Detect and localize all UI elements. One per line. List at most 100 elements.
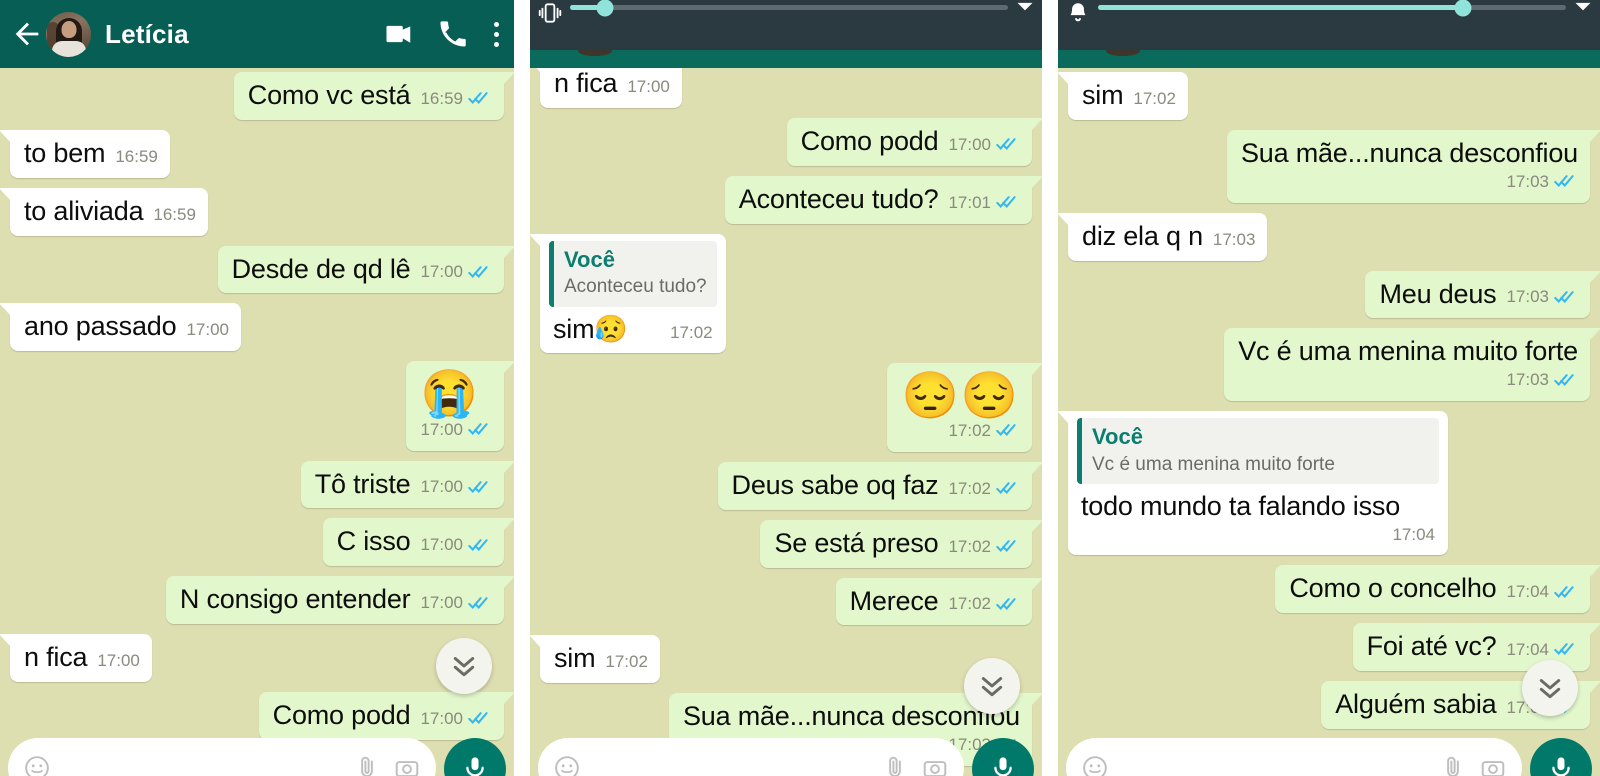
message-input-bar[interactable] — [0, 732, 514, 776]
message-row[interactable]: Vc é uma menina muito forte 17:03 — [1068, 328, 1600, 402]
message-bubble-outgoing[interactable]: N consigo entender 17:00 — [165, 576, 514, 625]
message-bubble-outgoing[interactable]: Merece 17:02 — [835, 577, 1042, 626]
message-row[interactable]: Sua mãe...nunca desconfiou 17:03 — [1068, 129, 1600, 203]
camera-icon[interactable] — [394, 755, 420, 776]
message-input-field[interactable] — [1066, 738, 1522, 776]
read-receipt-icon — [996, 138, 1016, 151]
message-bubble-incoming-quoted[interactable]: Você Aconteceu tudo? sim😥 17:02 — [530, 233, 726, 353]
vibrate-icon[interactable] — [530, 0, 570, 26]
message-bubble-outgoing[interactable]: C isso 17:00 — [322, 518, 514, 567]
message-row[interactable]: Você Aconteceu tudo? sim😥 17:02 — [530, 233, 1032, 353]
message-bubble-incoming[interactable]: ano passado 17:00 — [0, 303, 241, 352]
message-row[interactable]: Como podd 17:00 — [540, 117, 1042, 166]
message-row[interactable]: Desde de qd lê 17:00 — [10, 245, 514, 294]
bell-ring-icon[interactable] — [1058, 0, 1098, 26]
emoji-icon[interactable] — [1082, 755, 1108, 776]
message-row[interactable]: ano passado 17:00 — [0, 303, 504, 352]
message-bubble-outgoing[interactable]: Desde de qd lê 17:00 — [217, 245, 514, 294]
message-bubble-incoming-quoted[interactable]: Você Vc é uma menina muito forte todo mu… — [1058, 411, 1448, 556]
volume-overlay[interactable] — [1058, 0, 1600, 50]
message-row[interactable]: Foi até vc? 17:04 — [1068, 623, 1600, 671]
volume-slider[interactable] — [1098, 0, 1566, 16]
message-row[interactable]: Deus sabe oq faz 17:02 — [540, 461, 1042, 510]
message-row[interactable]: diz ela q n 17:03 — [1058, 212, 1590, 261]
chat-panel-2: Letícia n fica 17:00 — [530, 0, 1042, 776]
message-bubble-outgoing[interactable]: Tô triste 17:00 — [300, 460, 514, 509]
message-input-field[interactable] — [8, 738, 436, 776]
volume-slider-knob[interactable] — [1454, 0, 1472, 16]
message-bubble-incoming[interactable]: n fica 17:00 — [530, 68, 682, 108]
chevron-down-icon[interactable] — [1566, 0, 1600, 14]
camera-icon[interactable] — [1480, 755, 1506, 776]
quoted-message[interactable]: Você Aconteceu tudo? — [549, 240, 717, 307]
chevron-down-icon[interactable] — [1008, 0, 1042, 14]
message-bubble-outgoing[interactable]: Como vc está 16:59 — [233, 72, 514, 120]
message-row[interactable]: 😔😔 17:02 — [540, 362, 1042, 452]
quoted-message[interactable]: Você Vc é uma menina muito forte — [1077, 418, 1439, 485]
volume-slider-knob[interactable] — [596, 0, 614, 16]
message-bubble-incoming[interactable]: sim 17:02 — [530, 635, 660, 684]
message-input-field[interactable] — [538, 738, 964, 776]
message-row[interactable]: Você Vc é uma menina muito forte todo mu… — [1058, 411, 1590, 556]
message-input-bar[interactable] — [1058, 732, 1600, 776]
message-row[interactable]: Aconteceu tudo? 17:01 — [540, 175, 1042, 224]
message-bubble-incoming[interactable]: n fica 17:00 — [0, 634, 152, 683]
message-row[interactable]: to bem 16:59 — [0, 129, 504, 178]
message-row[interactable]: Como o concelho 17:04 — [1068, 565, 1600, 614]
message-row[interactable]: C isso 17:00 — [10, 518, 514, 567]
message-row[interactable]: N consigo entender 17:00 — [10, 576, 514, 625]
message-row[interactable]: Meu deus 17:03 — [1068, 270, 1600, 319]
message-row[interactable]: n fica 17:00 — [530, 68, 1032, 108]
message-row[interactable]: 😭 17:00 — [10, 361, 514, 451]
message-text: Sua mãe...nunca desconfiou — [1240, 137, 1578, 168]
emoji-icon[interactable] — [24, 755, 50, 776]
voice-record-button[interactable] — [972, 738, 1034, 776]
emoji-icon[interactable] — [554, 755, 580, 776]
message-bubble-incoming[interactable]: sim 17:02 — [1058, 72, 1188, 120]
voice-record-button[interactable] — [1530, 738, 1592, 776]
back-arrow-icon[interactable] — [10, 17, 44, 51]
message-bubble-outgoing[interactable]: Deus sabe oq faz 17:02 — [717, 461, 1042, 510]
message-bubble-outgoing[interactable]: Aconteceu tudo? 17:01 — [724, 175, 1042, 224]
overflow-menu-icon[interactable] — [492, 21, 500, 47]
message-row[interactable]: Tô triste 17:00 — [10, 460, 514, 509]
message-bubble-outgoing[interactable]: 😭 17:00 — [406, 361, 514, 451]
message-row[interactable]: sim 17:02 — [1058, 72, 1590, 120]
video-call-icon[interactable] — [384, 19, 414, 49]
scroll-to-bottom-button[interactable] — [964, 658, 1020, 714]
attach-icon[interactable] — [354, 755, 380, 776]
message-row[interactable]: n fica 17:00 — [0, 634, 504, 683]
message-meta: 17:02 — [1133, 89, 1176, 112]
message-row[interactable]: Merece 17:02 — [540, 577, 1042, 626]
message-bubble-outgoing[interactable]: Sua mãe...nunca desconfiou 17:03 — [1226, 129, 1600, 203]
message-row[interactable]: Alguém sabia 17:04 — [1068, 680, 1600, 729]
message-bubble-outgoing[interactable]: Vc é uma menina muito forte 17:03 — [1224, 328, 1600, 402]
phone-call-icon[interactable] — [438, 19, 468, 49]
attach-icon[interactable] — [1440, 755, 1466, 776]
message-row[interactable]: Se está preso 17:02 — [540, 519, 1042, 568]
attach-icon[interactable] — [882, 755, 908, 776]
message-text: n fica — [554, 68, 618, 98]
message-row[interactable]: to aliviada 16:59 — [0, 187, 504, 236]
microphone-icon — [466, 757, 484, 776]
message-bubble-outgoing[interactable]: Como o concelho 17:04 — [1275, 565, 1600, 614]
message-bubble-outgoing[interactable]: Se está preso 17:02 — [760, 519, 1042, 568]
message-bubble-outgoing[interactable]: 😔😔 17:02 — [887, 362, 1042, 452]
message-list-3[interactable]: sim 17:02 Sua mãe...nunca desconfiou 17:… — [1058, 68, 1600, 776]
volume-overlay[interactable] — [530, 0, 1042, 50]
message-bubble-incoming[interactable]: diz ela q n 17:03 — [1058, 212, 1268, 261]
scroll-to-bottom-button[interactable] — [436, 638, 492, 694]
message-list-2[interactable]: n fica 17:00 Como podd 17:00 Aconteceu t… — [530, 68, 1042, 776]
volume-slider[interactable] — [570, 0, 1008, 16]
message-bubble-outgoing[interactable]: Como podd 17:00 — [786, 117, 1042, 166]
message-bubble-outgoing[interactable]: Meu deus 17:03 — [1365, 270, 1600, 319]
avatar[interactable] — [46, 11, 91, 57]
message-row[interactable]: sim 17:02 — [530, 635, 1032, 684]
camera-icon[interactable] — [922, 755, 948, 776]
message-bubble-incoming[interactable]: to aliviada 16:59 — [0, 187, 208, 236]
scroll-to-bottom-button[interactable] — [1522, 660, 1578, 716]
voice-record-button[interactable] — [444, 738, 506, 776]
message-row[interactable]: Como vc está 16:59 — [10, 72, 514, 120]
message-input-bar[interactable] — [530, 732, 1042, 776]
message-bubble-incoming[interactable]: to bem 16:59 — [0, 129, 170, 178]
